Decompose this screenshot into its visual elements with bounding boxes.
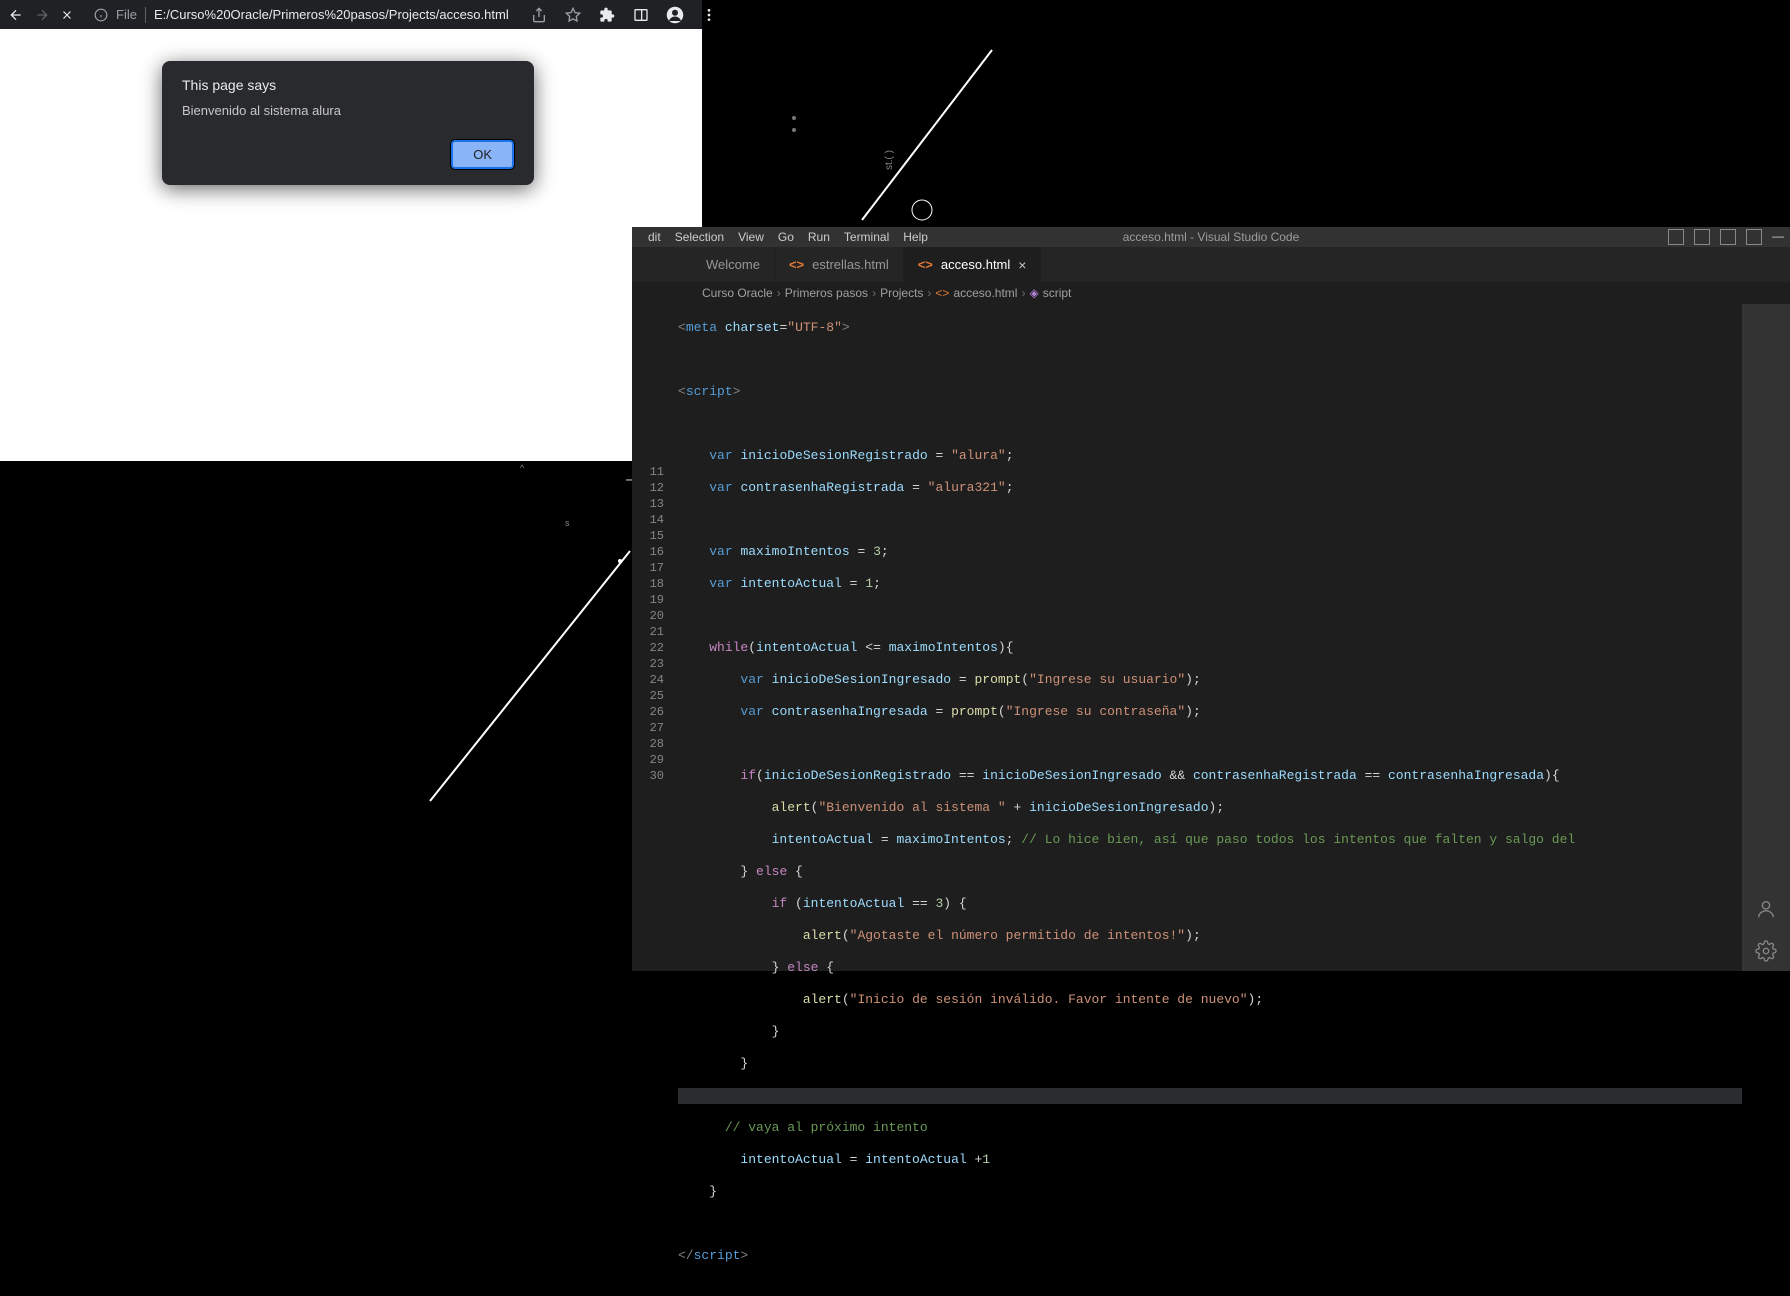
vscode-layout-controls: — (1668, 229, 1784, 245)
menu-edit[interactable]: dit (648, 230, 661, 244)
breadcrumb-symbol[interactable]: script (1043, 286, 1072, 300)
chrome-toolbar: File E:/Curso%20Oracle/Primeros%20pasos/… (0, 0, 702, 29)
menu-go[interactable]: Go (778, 230, 794, 244)
accounts-icon[interactable] (1754, 897, 1778, 921)
editor-tabs: Welcome <> estrellas.html <> acceso.html… (632, 247, 1790, 282)
tab-label: Welcome (706, 257, 760, 272)
activity-bar (1742, 304, 1790, 971)
address-separator (145, 7, 146, 23)
menu-view[interactable]: View (738, 230, 764, 244)
stop-icon[interactable] (60, 5, 74, 25)
gear-icon[interactable] (1754, 939, 1778, 963)
close-tab-icon[interactable]: × (1018, 257, 1026, 273)
breadcrumb[interactable]: Curso Oracle › Primeros pasos › Projects… (632, 282, 1790, 304)
chrome-window: File E:/Curso%20Oracle/Primeros%20pasos/… (0, 0, 702, 461)
alert-message: Bienvenido al sistema alura (182, 103, 514, 118)
file-protocol-label: File (116, 7, 137, 22)
breadcrumb-file[interactable]: acceso.html (953, 286, 1017, 300)
back-icon[interactable] (8, 5, 24, 25)
profile-avatar-icon[interactable] (665, 5, 685, 25)
tab-estrellas[interactable]: <> estrellas.html (775, 247, 904, 282)
menu-help[interactable]: Help (903, 230, 928, 244)
html-file-icon: <> (789, 257, 804, 272)
vscode-title: acceso.html - Visual Studio Code (1123, 230, 1300, 244)
tab-welcome[interactable]: Welcome (692, 247, 775, 282)
chevron-right-icon: › (1021, 286, 1025, 300)
menu-run[interactable]: Run (808, 230, 830, 244)
tab-label: acceso.html (941, 257, 1010, 272)
html-file-icon: <> (935, 286, 949, 300)
symbol-icon: ◈ (1029, 286, 1038, 300)
layout-panel-icon[interactable] (1694, 229, 1710, 245)
menu-selection[interactable]: Selection (675, 230, 724, 244)
vscode-menubar: dit Selection View Go Run Terminal Help (640, 230, 928, 244)
desktop-wallpaper-bottom: — ^ s (0, 461, 702, 971)
breadcrumb-segment[interactable]: Curso Oracle (702, 286, 773, 300)
star-icon[interactable] (563, 5, 583, 25)
layout-customize-icon[interactable] (1746, 229, 1762, 245)
sidebar-toggle-icon[interactable] (631, 5, 651, 25)
site-info-icon[interactable] (94, 8, 108, 22)
editor-area[interactable]: 1112131415161718192021222324252627282930… (632, 304, 1742, 971)
url-text: E:/Curso%20Oracle/Primeros%20pasos/Proje… (154, 7, 509, 22)
svg-text:^: ^ (520, 463, 525, 473)
wallpaper-line-icon: ^ s (0, 461, 702, 971)
window-minimize-icon[interactable]: — (1772, 229, 1784, 245)
tab-label: estrellas.html (812, 257, 889, 272)
minimap[interactable] (1724, 304, 1742, 971)
breadcrumb-segment[interactable]: Projects (880, 286, 923, 300)
extensions-icon[interactable] (597, 5, 617, 25)
svg-text:s: s (565, 518, 570, 528)
alert-title: This page says (182, 77, 514, 93)
chevron-right-icon: › (872, 286, 876, 300)
line-gutter: 1112131415161718192021222324252627282930 (632, 304, 678, 971)
tab-acceso[interactable]: <> acceso.html × (904, 247, 1042, 282)
layout-sidebar-right-icon[interactable] (1720, 229, 1736, 245)
svg-text:st.( ): st.( ) (884, 150, 895, 170)
share-icon[interactable] (529, 5, 549, 25)
menu-terminal[interactable]: Terminal (844, 230, 889, 244)
wallpaper-lines-icon: st.( ) (702, 0, 1790, 227)
vscode-window: dit Selection View Go Run Terminal Help … (632, 227, 1790, 971)
code-content[interactable]: <meta charset="UTF-8"> <script> var inic… (678, 304, 1742, 971)
layout-sidebar-left-icon[interactable] (1668, 229, 1684, 245)
desktop-wallpaper-top: st.( ) (702, 0, 1790, 227)
vscode-titlebar: dit Selection View Go Run Terminal Help … (632, 227, 1790, 247)
chrome-viewport: This page says Bienvenido al sistema alu… (0, 29, 702, 461)
js-alert-dialog: This page says Bienvenido al sistema alu… (162, 61, 534, 185)
html-file-icon: <> (918, 257, 933, 272)
kebab-menu-icon[interactable] (699, 5, 719, 25)
chevron-right-icon: › (777, 286, 781, 300)
address-bar[interactable]: File E:/Curso%20Oracle/Primeros%20pasos/… (84, 3, 519, 27)
chevron-right-icon: › (927, 286, 931, 300)
breadcrumb-segment[interactable]: Primeros pasos (785, 286, 868, 300)
forward-icon[interactable] (34, 5, 50, 25)
alert-ok-button[interactable]: OK (451, 140, 514, 169)
